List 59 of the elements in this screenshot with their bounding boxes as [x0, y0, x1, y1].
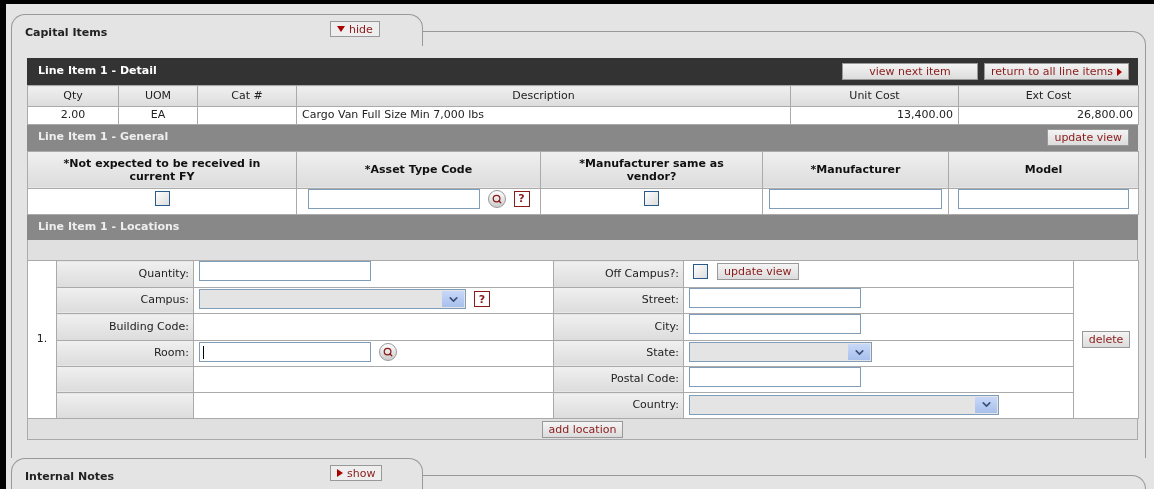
column-header: *Not expected to be received in current FY: [63, 156, 261, 183]
header-title: Line Item 1 - Detail: [38, 63, 158, 80]
help-icon[interactable]: ?: [474, 291, 490, 308]
column-header: UOM: [118, 85, 198, 107]
text-field[interactable]: [199, 342, 371, 362]
search-icon[interactable]: [379, 343, 397, 361]
dropdown-field[interactable]: [199, 289, 466, 310]
checkbox[interactable]: [154, 191, 170, 206]
text-field[interactable]: [689, 287, 861, 308]
column-header: *Asset Type Code: [364, 163, 473, 176]
update-view-button[interactable]: update view: [717, 263, 799, 280]
header-title: Line Item 1 - Locations: [38, 219, 180, 236]
column-header: *Manufacturer same as vendor?: [579, 156, 724, 183]
dropdown-field[interactable]: [689, 394, 999, 415]
table-cell: EA: [150, 108, 166, 121]
field-label: City:: [654, 319, 679, 333]
field-label: Postal Code:: [610, 372, 679, 385]
next-button[interactable]: view next item: [842, 63, 979, 80]
field-label: Country:: [632, 398, 679, 412]
help-icon[interactable]: ?: [513, 190, 530, 207]
column-header: Cat #: [197, 85, 297, 107]
column-header: Qty: [27, 85, 119, 107]
row-number: 1.: [36, 332, 48, 346]
return-button[interactable]: return to all line items: [984, 63, 1129, 80]
field-label: Off Campus?:: [604, 266, 679, 280]
update-view-button[interactable]: update view: [1047, 129, 1129, 146]
checkbox[interactable]: [644, 191, 659, 206]
column-header: Description: [296, 85, 791, 107]
section-title: Capital Items: [25, 25, 109, 41]
delete-button[interactable]: delete: [1081, 330, 1131, 348]
field-label: Quantity:: [138, 266, 189, 280]
column-header: Ext Cost: [958, 85, 1139, 107]
table-cell: 13,400.00: [897, 108, 953, 121]
dropdown-field[interactable]: [689, 342, 872, 362]
section-title: Internal Notes: [25, 469, 115, 485]
column-header: *Manufacturer: [810, 163, 901, 176]
table-cell: Cargo Van Full Size Min 7,000 lbs: [302, 108, 484, 121]
text-field[interactable]: [769, 188, 942, 209]
checkbox[interactable]: [693, 264, 708, 279]
field-label: Street:: [641, 293, 679, 306]
table-cell: 26,800.00: [1077, 108, 1133, 121]
text-field[interactable]: [689, 366, 861, 387]
field-label: Campus:: [140, 293, 189, 306]
column-header: Unit Cost: [790, 85, 959, 107]
add-location-button[interactable]: add location: [541, 420, 624, 438]
column-header: Model: [1024, 163, 1063, 176]
toggle-button[interactable]: hide: [330, 21, 380, 37]
text-field[interactable]: [689, 314, 861, 334]
header-title: Line Item 1 - General: [38, 129, 170, 146]
text-field[interactable]: [199, 261, 371, 281]
caret-right-icon: [1117, 67, 1122, 76]
search-icon[interactable]: [487, 189, 506, 208]
text-field[interactable]: [307, 188, 480, 209]
text-field[interactable]: [958, 188, 1129, 209]
field-label: Room:: [153, 345, 189, 359]
field-label: State:: [646, 345, 679, 359]
toggle-button[interactable]: show: [330, 465, 383, 481]
table-cell: 2.00: [60, 108, 86, 121]
field-label: Building Code:: [109, 319, 189, 333]
